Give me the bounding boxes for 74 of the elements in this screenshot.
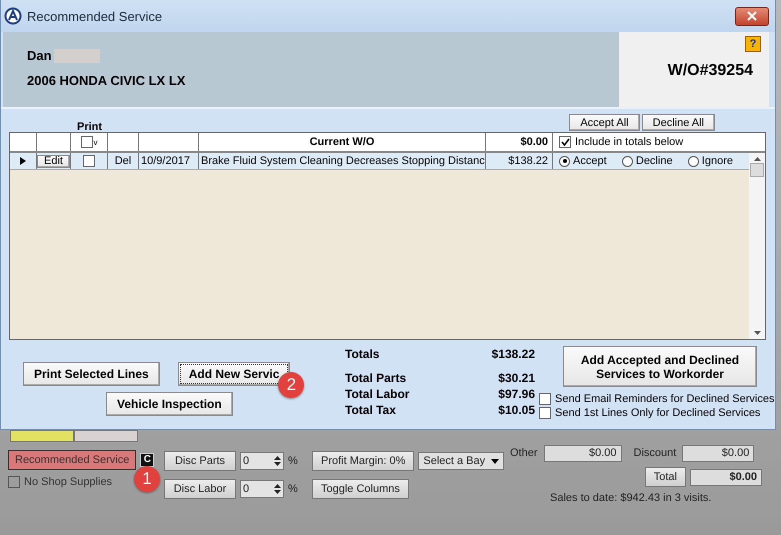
checkbox[interactable]	[539, 407, 551, 419]
totals-label: Total Parts	[345, 371, 406, 385]
column-label: v	[94, 138, 98, 146]
scroll-up-icon	[754, 157, 760, 161]
spin-field[interactable]: 0	[240, 452, 284, 470]
checkbox[interactable]	[80, 136, 92, 148]
percent-sign: %	[288, 455, 298, 467]
total-field[interactable]: $0.00	[690, 468, 762, 486]
total-button[interactable]: Total	[644, 467, 686, 487]
checkbox[interactable]	[8, 476, 20, 488]
totals-label: Totals	[345, 347, 380, 361]
checkbox[interactable]	[539, 393, 551, 405]
action-button[interactable]: Print Selected Lines	[23, 362, 160, 386]
spin-field[interactable]: 0	[240, 480, 284, 498]
row-pointer-icon	[20, 157, 26, 165]
bulk-action-button[interactable]: Decline All	[642, 114, 715, 131]
column-header: Current W/O	[310, 136, 374, 148]
customer-name: Dan	[27, 48, 52, 63]
delete-link[interactable]: Del	[114, 155, 132, 167]
checkbox-label: Send 1st Lines Only for Declined Services	[555, 407, 760, 419]
checkbox[interactable]	[83, 155, 95, 167]
discount-button[interactable]: Disc Parts	[164, 451, 236, 471]
redaction-block	[54, 48, 100, 62]
checkbox-label: Send Email Reminders for Declined Services	[555, 393, 774, 405]
spin-arrows-icon	[274, 455, 281, 467]
totals-label: Total Tax	[345, 403, 396, 417]
work-order-number: W/O#39254	[668, 62, 753, 80]
totals-value: $10.05	[498, 403, 535, 417]
discount-field[interactable]: $0.00	[682, 444, 754, 462]
table-cell: $138.22	[508, 155, 548, 167]
radio-option[interactable]: Ignore	[688, 155, 733, 167]
step-badge: 2	[278, 372, 304, 398]
field-label: Other	[510, 447, 538, 459]
vehicle-name: 2006 HONDA CIVIC LX LX	[27, 73, 186, 88]
recommended-service-button[interactable]: Recommended Service	[8, 450, 136, 470]
add-to-workorder-button[interactable]: Add Accepted and Declined Services to Workorder	[563, 346, 757, 387]
discount-button[interactable]: Disc Labor	[164, 479, 236, 499]
spin-arrows-icon	[274, 483, 281, 495]
totals-value: $30.21	[498, 371, 535, 385]
totals-label: Total Labor	[345, 387, 410, 401]
action-button[interactable]: Vehicle Inspection	[106, 392, 233, 416]
status-bar	[74, 430, 138, 442]
bay-dropdown[interactable]: Select a Bay	[418, 452, 504, 470]
field-label: Discount	[634, 447, 676, 459]
header-amount: $0.00	[520, 136, 548, 148]
dropdown-arrow-icon	[491, 458, 500, 464]
scroll-down-icon	[754, 331, 760, 335]
edit-button[interactable]: Edit	[37, 154, 70, 168]
radio-option[interactable]: Decline	[622, 155, 673, 167]
checkbox-label: No Shop Supplies	[24, 476, 112, 488]
print-label: Print	[77, 121, 102, 133]
close-button[interactable]	[735, 6, 769, 26]
help-button[interactable]: ?	[745, 36, 761, 52]
percent-sign: %	[288, 483, 298, 495]
checkbox-label: Include in totals below	[575, 136, 684, 148]
profit-margin-button[interactable]: Profit Margin: 0%	[312, 451, 414, 471]
scrollbar[interactable]	[749, 153, 765, 339]
table-cell: 10/9/2017	[141, 155, 190, 167]
totals-value: $138.22	[492, 347, 535, 361]
scroll-thumb[interactable]	[750, 163, 764, 177]
bulk-action-button[interactable]: Accept All	[569, 114, 640, 131]
close-icon	[747, 11, 757, 21]
step-badge: 1	[134, 466, 160, 492]
table-cell: Brake Fluid System Cleaning Decreases Stopping Distanc	[201, 155, 485, 167]
logo-icon	[4, 7, 22, 25]
clear-button[interactable]: C	[140, 453, 154, 467]
other-field[interactable]: $0.00	[544, 444, 622, 462]
radio-option[interactable]: Accept	[559, 155, 607, 167]
sales-to-date: Sales to date: $942.43 in 3 visits.	[550, 492, 712, 504]
checkbox[interactable]	[559, 136, 571, 148]
window-title: Recommended Service	[27, 8, 162, 24]
status-bar	[10, 430, 74, 442]
totals-value: $97.96	[498, 387, 535, 401]
toggle-columns-button[interactable]: Toggle Columns	[312, 479, 409, 499]
